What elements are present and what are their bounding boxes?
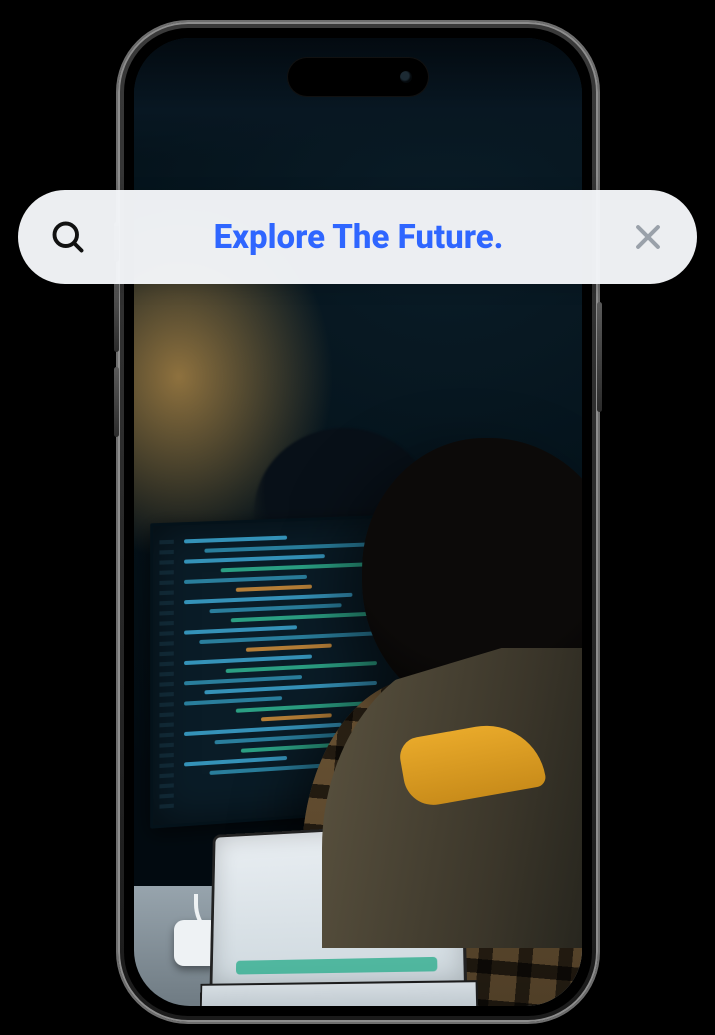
- laptop-base: [199, 980, 478, 1006]
- search-icon[interactable]: [50, 219, 86, 255]
- code-gutter: [159, 540, 173, 811]
- side-button-power: [597, 302, 602, 412]
- side-button-volume-down: [114, 367, 119, 437]
- dynamic-island: [288, 58, 428, 96]
- stage: Explore The Future.: [0, 0, 715, 1035]
- phone-screen: [134, 38, 582, 1006]
- ceiling-shadow: [134, 38, 582, 158]
- side-button-volume-up: [114, 282, 119, 352]
- search-label: Explore The Future.: [110, 218, 607, 257]
- search-bar[interactable]: Explore The Future.: [18, 190, 697, 284]
- close-icon[interactable]: [631, 220, 665, 254]
- phone-frame: [118, 22, 598, 1022]
